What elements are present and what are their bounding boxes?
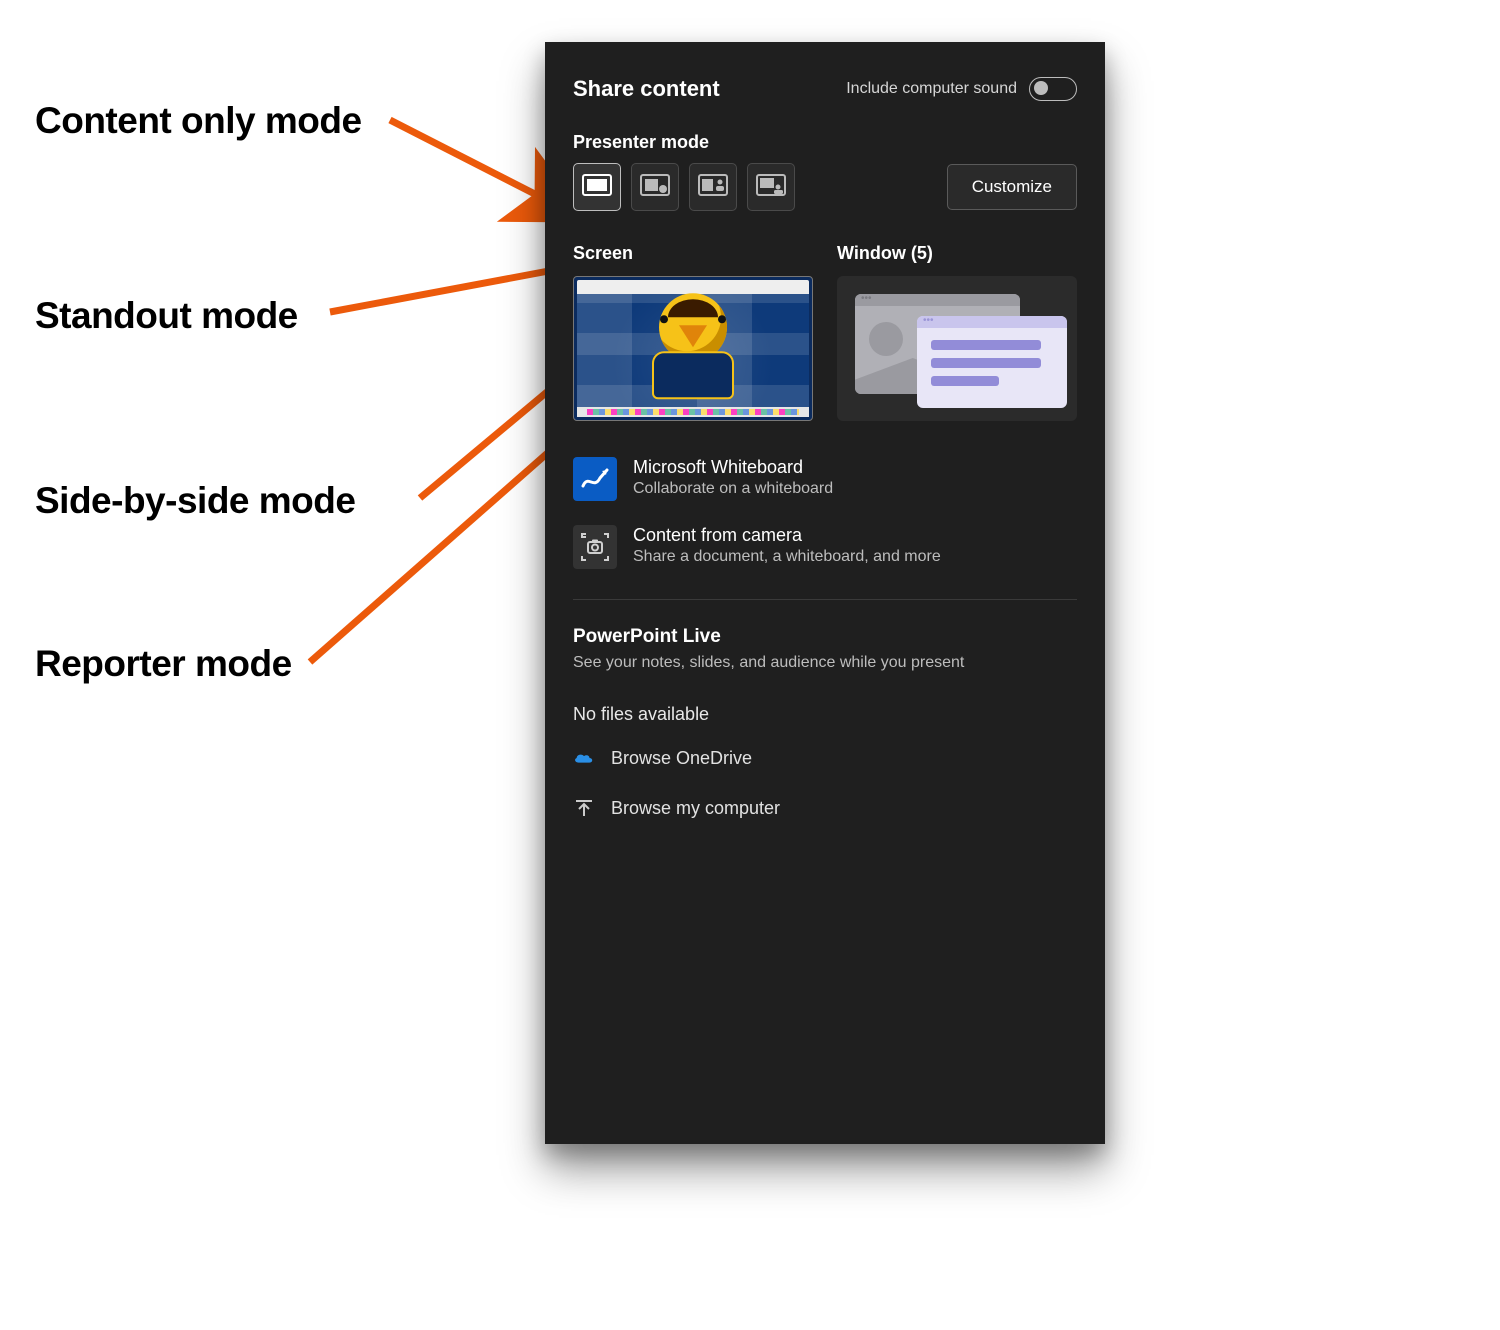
annotation-content-only: Content only mode (35, 100, 362, 142)
powerpoint-live-title: PowerPoint Live (573, 626, 1077, 648)
include-sound-toggle[interactable] (1029, 77, 1077, 101)
share-window-thumbnail[interactable] (837, 276, 1077, 421)
whiteboard-icon (573, 457, 617, 501)
powerpoint-live-subtitle: See your notes, slides, and audience whi… (573, 654, 1077, 672)
standout-icon (640, 174, 670, 201)
presenter-mode-label: Presenter mode (545, 102, 1105, 163)
camera-subtitle: Share a document, a whiteboard, and more (633, 548, 941, 566)
mode-side-by-side-button[interactable] (689, 163, 737, 211)
no-files-label: No files available (545, 672, 1105, 725)
section-divider (573, 599, 1077, 600)
camera-icon (573, 525, 617, 569)
annotation-side-by-side: Side-by-side mode (35, 480, 355, 522)
reporter-icon (756, 174, 786, 201)
screen-section-label: Screen (573, 243, 813, 264)
browse-computer-label: Browse my computer (611, 798, 780, 819)
onedrive-icon (573, 747, 595, 769)
include-sound-label: Include computer sound (846, 80, 1017, 98)
customize-button[interactable]: Customize (947, 164, 1077, 210)
option-microsoft-whiteboard[interactable]: Microsoft Whiteboard Collaborate on a wh… (573, 445, 1077, 513)
whiteboard-subtitle: Collaborate on a whiteboard (633, 480, 833, 498)
browse-onedrive-label: Browse OneDrive (611, 748, 752, 769)
annotation-standout: Standout mode (35, 295, 298, 337)
browse-computer-button[interactable]: Browse my computer (573, 783, 1077, 833)
option-content-from-camera[interactable]: Content from camera Share a document, a … (573, 513, 1077, 581)
browse-onedrive-button[interactable]: Browse OneDrive (573, 733, 1077, 783)
upload-arrow-icon (573, 797, 595, 819)
whiteboard-title: Microsoft Whiteboard (633, 457, 833, 478)
share-screen-thumbnail[interactable] (573, 276, 813, 421)
mode-standout-button[interactable] (631, 163, 679, 211)
content-only-icon (582, 174, 612, 201)
mascot-eagle-image (638, 293, 748, 398)
mode-reporter-button[interactable] (747, 163, 795, 211)
panel-title: Share content (573, 76, 720, 102)
side-by-side-icon (698, 174, 728, 201)
annotation-reporter: Reporter mode (35, 643, 292, 685)
mode-content-only-button[interactable] (573, 163, 621, 211)
share-content-panel: Share content Include computer sound Pre… (545, 42, 1105, 1144)
window-section-label: Window (5) (837, 243, 1077, 264)
camera-title: Content from camera (633, 525, 941, 546)
